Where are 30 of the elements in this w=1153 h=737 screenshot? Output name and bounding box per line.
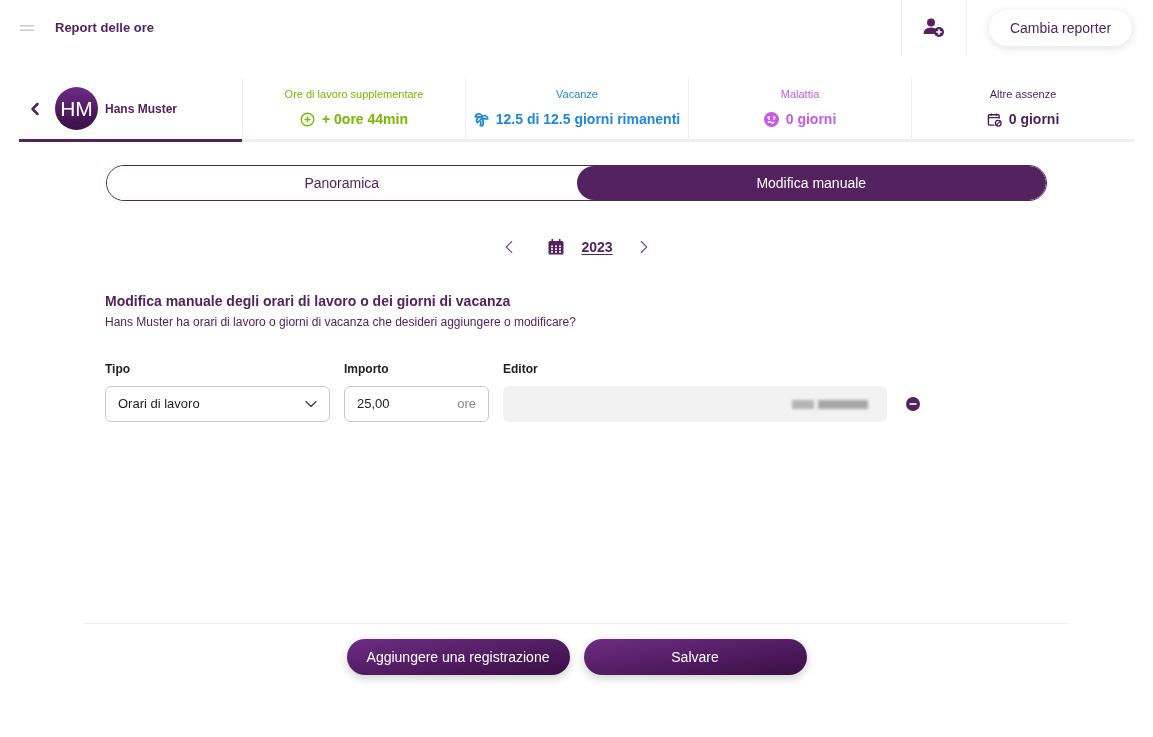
add-entry-button[interactable]: Aggiungere una registrazione bbox=[346, 639, 570, 675]
person-name: Hans Muster bbox=[105, 100, 178, 118]
stat-label: Malattia bbox=[780, 87, 820, 101]
unit-label: ore bbox=[457, 395, 476, 414]
section-subtitle: Hans Muster ha orari di lavoro o giorni di vacanza che desideri aggiungere o modificare? bbox=[105, 314, 577, 330]
stat-value: + 0ore 44min bbox=[322, 110, 408, 128]
amount-field[interactable]: 25,00 ore bbox=[344, 386, 489, 422]
save-button[interactable]: Salvare bbox=[583, 639, 807, 675]
stat-value: 0 giorni bbox=[1008, 110, 1060, 128]
field-label: Tipo bbox=[105, 361, 132, 377]
stat-label: Altre assenze bbox=[989, 87, 1057, 101]
field-label: Importo bbox=[344, 361, 390, 377]
dropdown-value: Orari di lavoro bbox=[118, 395, 200, 414]
change-reporter-button[interactable]: Cambia reporter bbox=[989, 10, 1132, 46]
add-user-icon[interactable] bbox=[923, 18, 945, 38]
section-title: Modifica manuale degli orari di lavoro o dei giorni di vacanza bbox=[105, 292, 512, 310]
calendar-icon bbox=[548, 239, 565, 255]
stat-label: Vacanze bbox=[556, 87, 598, 101]
avatar: HM bbox=[55, 87, 98, 130]
amount-value: 25,00 bbox=[357, 395, 390, 414]
stat-label: Ore di lavoro supplementare bbox=[284, 87, 424, 101]
view-tab[interactable]: Modifica manuale bbox=[576, 166, 1046, 200]
stat-value: 12.5 di 12.5 giorni rimanenti bbox=[495, 110, 681, 128]
remove-icon[interactable] bbox=[906, 397, 920, 411]
year-link[interactable]: 2023 bbox=[581, 236, 613, 258]
page-title: Report delle ore bbox=[55, 19, 154, 38]
type-dropdown[interactable]: Orari di lavoro bbox=[105, 386, 330, 422]
person-tab[interactable]: HM Hans Muster bbox=[19, 78, 242, 142]
field-label: Editor bbox=[503, 361, 539, 377]
stat-value: 0 giorni bbox=[785, 110, 837, 128]
